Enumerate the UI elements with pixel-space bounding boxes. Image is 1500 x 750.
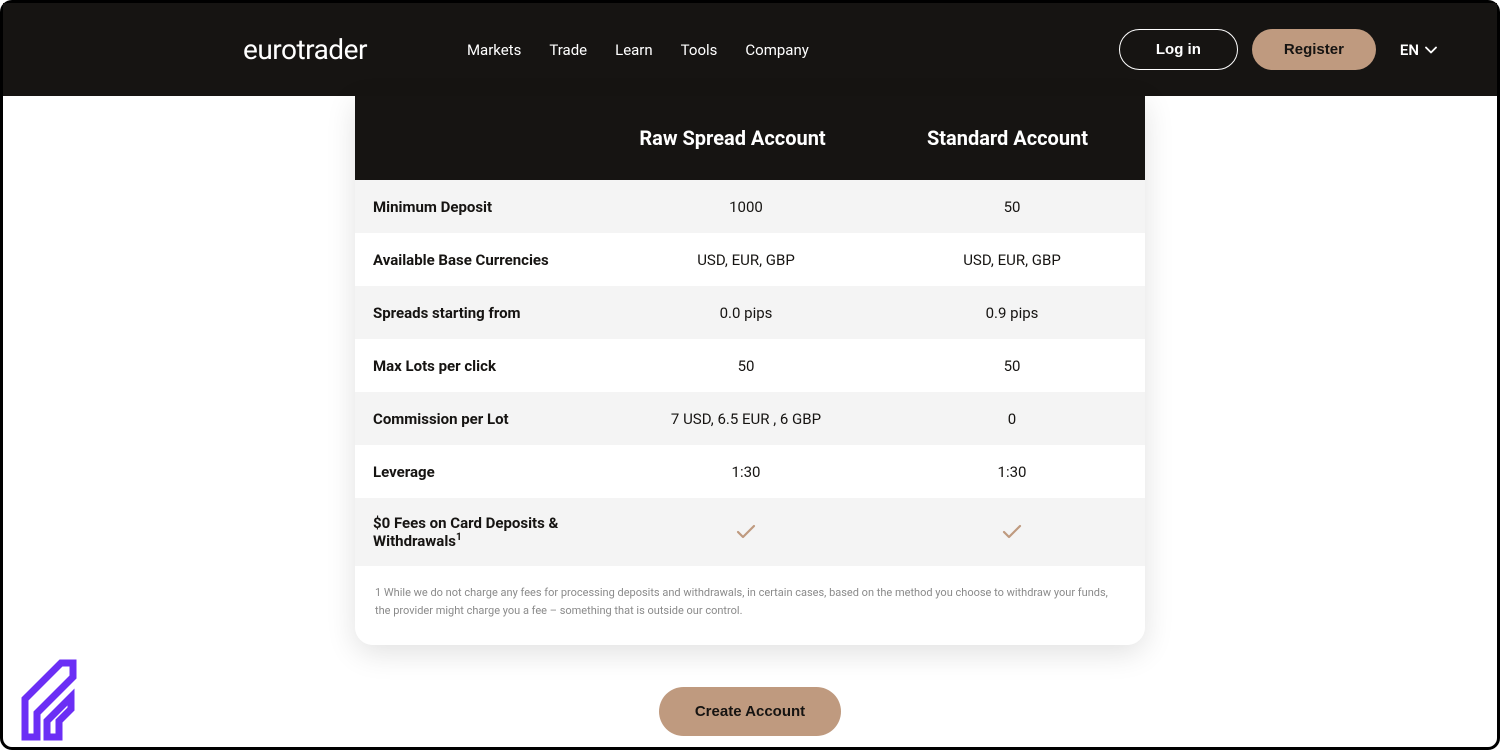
row-label: Available Base Currencies — [373, 251, 613, 269]
main-content: Raw Spread Account Standard Account Mini… — [3, 96, 1497, 736]
corner-brand-icon — [17, 659, 81, 741]
row-label: $0 Fees on Card Deposits & Withdrawals1 — [373, 514, 613, 550]
nav-trade[interactable]: Trade — [549, 41, 587, 59]
main-nav: Markets Trade Learn Tools Company — [467, 41, 1079, 59]
row-value-standard: USD, EUR, GBP — [879, 251, 1145, 269]
nav-company[interactable]: Company — [745, 41, 808, 59]
column-header-raw-spread: Raw Spread Account — [595, 126, 870, 150]
login-button[interactable]: Log in — [1119, 29, 1238, 70]
row-value-raw: 50 — [613, 357, 879, 375]
row-value-standard: 50 — [879, 198, 1145, 216]
row-value-standard: 50 — [879, 357, 1145, 375]
check-icon — [736, 524, 756, 540]
table-footnote: 1 While we do not charge any fees for pr… — [355, 566, 1145, 645]
site-header: eurotrader Markets Trade Learn Tools Com… — [3, 3, 1497, 96]
row-label: Minimum Deposit — [373, 198, 613, 216]
table-row: Max Lots per click 50 50 — [355, 339, 1145, 392]
table-row: Spreads starting from 0.0 pips 0.9 pips — [355, 286, 1145, 339]
register-button[interactable]: Register — [1252, 29, 1376, 70]
row-label: Spreads starting from — [373, 304, 613, 322]
row-value-standard: 1:30 — [879, 463, 1145, 481]
row-value-raw: 7 USD, 6.5 EUR , 6 GBP — [613, 410, 879, 428]
table-row: Minimum Deposit 1000 50 — [355, 180, 1145, 233]
brand-logo: eurotrader — [243, 33, 367, 66]
chevron-down-icon — [1425, 46, 1437, 54]
header-actions: Log in Register EN — [1119, 29, 1437, 70]
table-header-row: Raw Spread Account Standard Account — [355, 96, 1145, 180]
row-value-standard: 0.9 pips — [879, 304, 1145, 322]
row-value-raw: 0.0 pips — [613, 304, 879, 322]
row-value-standard — [879, 524, 1145, 540]
table-row: Available Base Currencies USD, EUR, GBP … — [355, 233, 1145, 286]
row-value-raw: 1:30 — [613, 463, 879, 481]
row-label: Commission per Lot — [373, 410, 613, 428]
table-row: Commission per Lot 7 USD, 6.5 EUR , 6 GB… — [355, 392, 1145, 445]
row-value-standard: 0 — [879, 410, 1145, 428]
check-icon — [1002, 524, 1022, 540]
language-selector[interactable]: EN — [1400, 41, 1437, 59]
row-value-raw — [613, 524, 879, 540]
language-label: EN — [1400, 41, 1419, 59]
column-header-standard: Standard Account — [870, 126, 1145, 150]
row-value-raw: USD, EUR, GBP — [613, 251, 879, 269]
row-value-raw: 1000 — [613, 198, 879, 216]
nav-learn[interactable]: Learn — [615, 41, 653, 59]
nav-markets[interactable]: Markets — [467, 41, 521, 59]
account-comparison-table: Raw Spread Account Standard Account Mini… — [355, 96, 1145, 645]
table-row: Leverage 1:30 1:30 — [355, 445, 1145, 498]
nav-tools[interactable]: Tools — [681, 41, 718, 59]
row-label: Leverage — [373, 463, 613, 481]
row-label: Max Lots per click — [373, 357, 613, 375]
create-account-button[interactable]: Create Account — [659, 687, 841, 736]
table-row-fees: $0 Fees on Card Deposits & Withdrawals1 — [355, 498, 1145, 566]
